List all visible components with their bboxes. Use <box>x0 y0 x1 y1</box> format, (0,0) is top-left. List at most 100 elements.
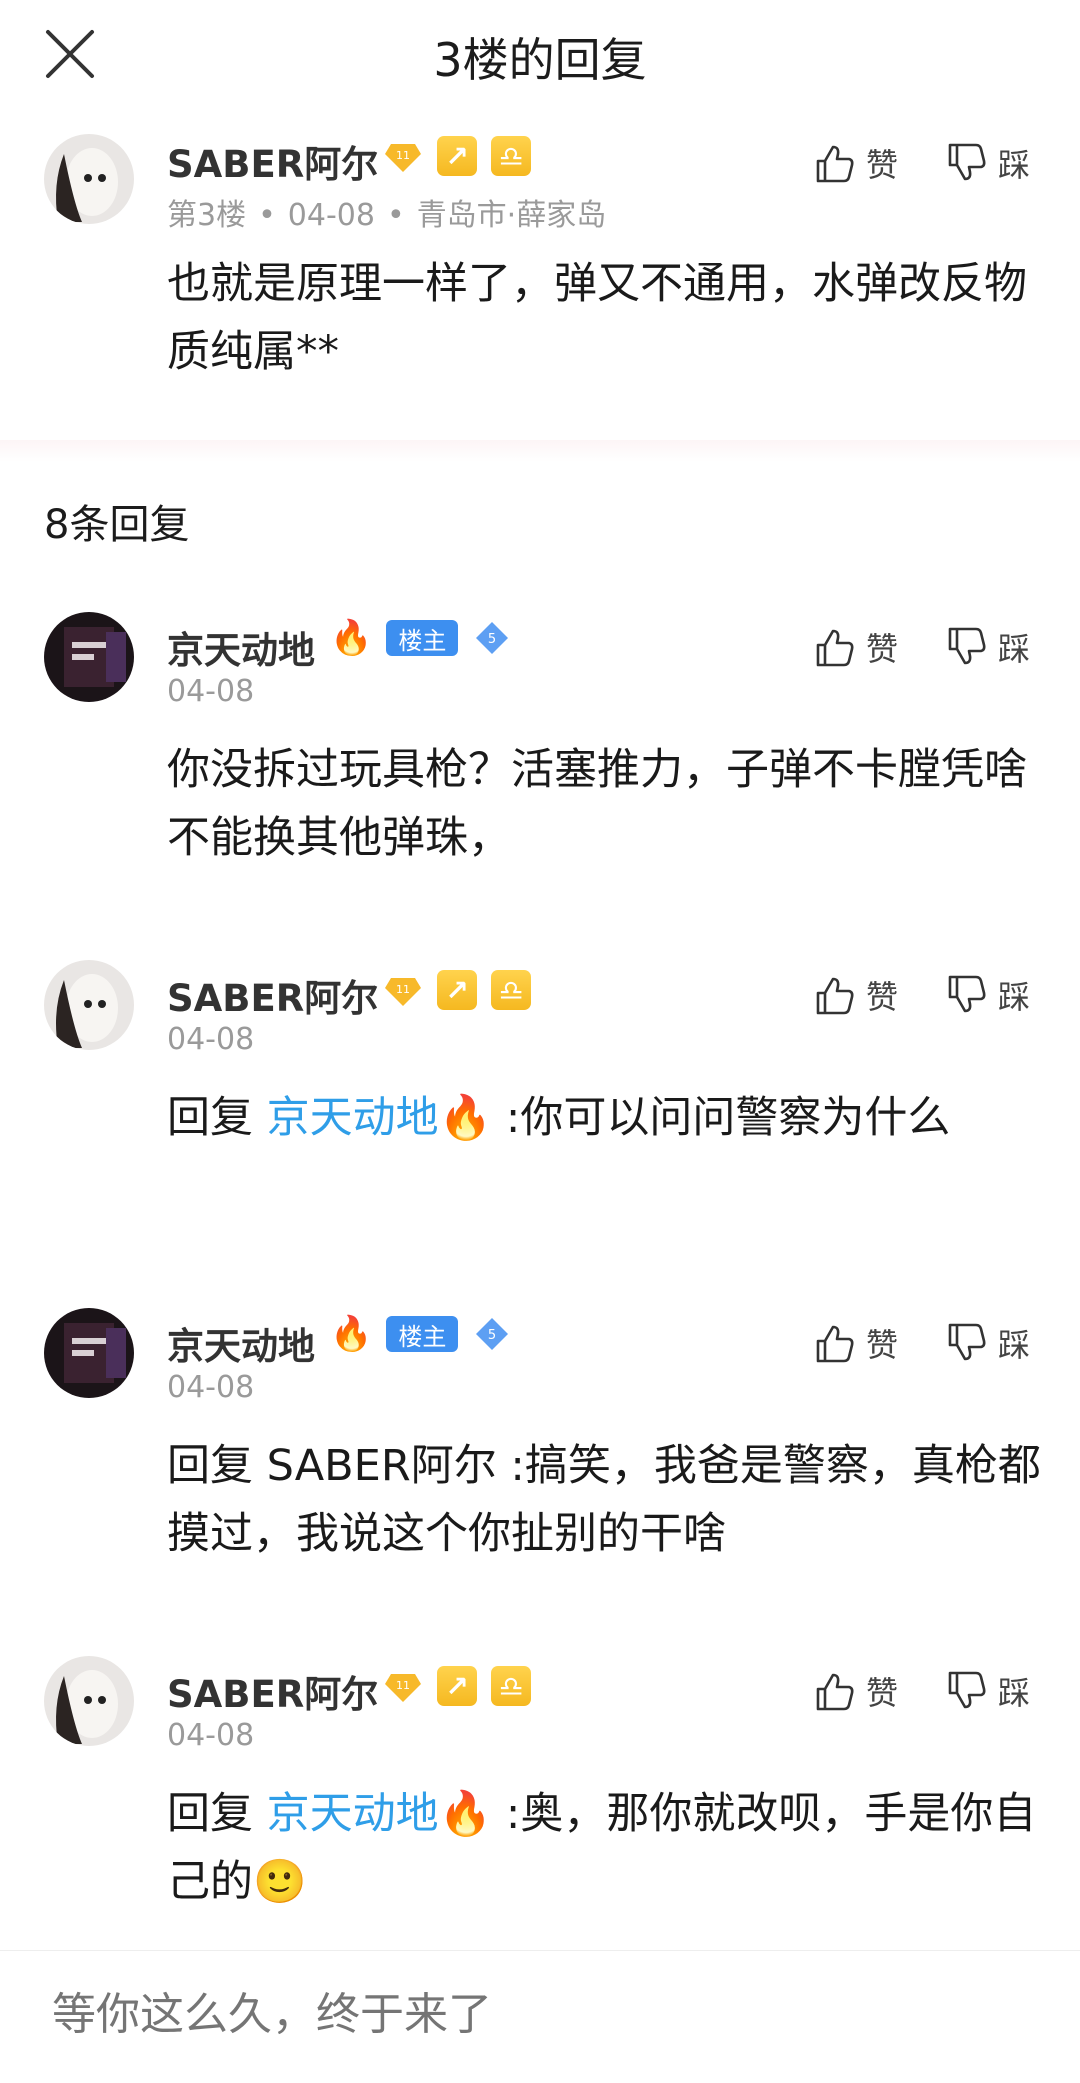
thumbs-down-icon <box>948 975 986 1013</box>
floor-number: 第3楼 <box>167 198 247 233</box>
reply-bar <box>0 1950 1080 2083</box>
reply-count: 8条回复 <box>44 502 190 548</box>
thumbs-down-icon <box>948 1671 986 1709</box>
like-label: 赞 <box>866 146 899 184</box>
user-badges: 11 ↗ ♎ <box>383 136 531 176</box>
like-label: 赞 <box>866 1674 899 1712</box>
avatar[interactable] <box>44 1656 134 1746</box>
user-badges: 🔥 楼主 5 <box>330 618 512 658</box>
reply-input[interactable] <box>52 1989 952 2040</box>
dislike-button[interactable]: 踩 <box>944 1668 1030 1714</box>
like-button[interactable]: 赞 <box>812 1668 898 1714</box>
level-diamond-icon: 5 <box>476 1318 509 1350</box>
owner-badge: 楼主 <box>386 620 459 656</box>
level-diamond-icon: 11 <box>385 144 421 172</box>
reply-date: 04-08 <box>167 674 255 709</box>
reply-date: 04-08 <box>167 1718 255 1753</box>
username-text[interactable]: SABER阿尔 <box>167 1673 378 1716</box>
mention-link[interactable]: 京天动地 <box>267 1789 439 1839</box>
dislike-label: 踩 <box>998 146 1031 184</box>
avatar-image <box>44 612 134 702</box>
username-text[interactable]: SABER阿尔 <box>167 143 378 186</box>
dislike-button[interactable]: 踩 <box>944 972 1030 1018</box>
thumbs-up-icon <box>816 1673 854 1711</box>
post-content: 也就是原理一样了，弹又不通用，水弹改反物质纯属** <box>167 259 1027 377</box>
header-bar: 3楼的回复 <box>0 0 1080 110</box>
fire-icon: 🔥 <box>330 618 373 658</box>
post-date: 04-08 <box>287 198 375 233</box>
like-button[interactable]: 赞 <box>812 972 898 1018</box>
fire-icon: 🔥 <box>438 1093 493 1143</box>
user-badges: 11 ↗ ♎ <box>383 1666 531 1706</box>
reply-date: 04-08 <box>167 1370 255 1405</box>
smile-emoji: 🙂 <box>253 1857 307 1907</box>
dislike-label: 踩 <box>998 1326 1031 1364</box>
avatar-image <box>44 134 134 224</box>
like-label: 赞 <box>866 630 899 668</box>
dislike-label: 踩 <box>998 630 1031 668</box>
post-location: 青岛市·薛家岛 <box>416 198 607 233</box>
avatar-image <box>44 960 134 1050</box>
level-diamond-icon: 11 <box>385 978 421 1006</box>
username[interactable]: SABER阿尔 <box>167 134 378 188</box>
username-text[interactable]: SABER阿尔 <box>167 977 378 1020</box>
archer-sign-icon: ↗ <box>437 136 477 176</box>
reply-prefix: 回复 <box>167 1093 267 1143</box>
user-badges: 11 ↗ ♎ <box>383 970 531 1010</box>
svg-text:11: 11 <box>396 983 410 996</box>
reply-content: 回复 京天动地🔥 :你可以问问警察为什么 <box>167 1084 1047 1152</box>
reply-item: SABER阿尔 11 ↗ ♎ 04-08 赞 踩 回复 京天动地🔥 :你可以问问… <box>0 960 1080 1260</box>
dislike-button[interactable]: 踩 <box>944 140 1030 186</box>
thumbs-down-icon <box>948 143 986 181</box>
section-divider <box>0 440 1080 462</box>
reply-item: 京天动地 🔥 楼主 5 04-08 赞 踩 回复 SABER阿尔 :搞笑，我爸是… <box>0 1308 1080 1608</box>
page-title: 3楼的回复 <box>433 33 647 87</box>
fire-icon: 🔥 <box>330 1314 373 1354</box>
username[interactable]: 京天动地 <box>167 620 315 674</box>
like-label: 赞 <box>866 1326 899 1364</box>
avatar-image <box>44 1656 134 1746</box>
fire-icon: 🔥 <box>438 1789 493 1839</box>
libra-sign-icon: ♎ <box>491 970 531 1010</box>
libra-sign-icon: ♎ <box>491 136 531 176</box>
reply-content: 回复 京天动地🔥 :奥，那你就改呗，手是你自己的🙂 <box>167 1780 1047 1916</box>
username[interactable]: SABER阿尔 <box>167 968 378 1022</box>
dislike-button[interactable]: 踩 <box>944 624 1030 670</box>
reply-content: 你没拆过玩具枪？活塞推力，子弹不卡膛凭啥不能换其他弹珠， <box>167 745 1027 863</box>
reply-date: 04-08 <box>167 1022 255 1057</box>
level-diamond-icon: 11 <box>385 1674 421 1702</box>
post-meta: 第3楼 • 04-08 • 青岛市·薛家岛 <box>167 198 607 233</box>
avatar[interactable] <box>44 612 134 702</box>
thumbs-up-icon <box>816 629 854 667</box>
archer-sign-icon: ↗ <box>437 970 477 1010</box>
user-badges: 🔥 楼主 5 <box>330 1314 512 1354</box>
avatar-image <box>44 1308 134 1398</box>
like-button[interactable]: 赞 <box>812 1320 898 1366</box>
thumbs-down-icon <box>948 627 986 665</box>
mention-link[interactable]: 京天动地 <box>267 1093 439 1143</box>
reply-content: 回复 SABER阿尔 :搞笑，我爸是警察，真枪都摸过，我说这个你扯别的干啥 <box>167 1441 1041 1559</box>
username[interactable]: SABER阿尔 <box>167 1664 378 1718</box>
reply-item: SABER阿尔 11 ↗ ♎ 04-08 赞 踩 回复 京天动地🔥 :奥，那你就… <box>0 1656 1080 1946</box>
level-diamond-icon: 5 <box>476 622 509 654</box>
dislike-button[interactable]: 踩 <box>944 1320 1030 1366</box>
like-button[interactable]: 赞 <box>812 624 898 670</box>
reply-prefix: 回复 <box>167 1789 267 1839</box>
svg-text:5: 5 <box>488 632 496 647</box>
svg-text:5: 5 <box>488 1328 496 1343</box>
thumbs-down-icon <box>948 1323 986 1361</box>
username-text[interactable]: 京天动地 <box>167 629 315 672</box>
reply-text: :你可以问问警察为什么 <box>492 1093 951 1143</box>
like-label: 赞 <box>866 978 899 1016</box>
dislike-label: 踩 <box>998 978 1031 1016</box>
main-post: SABER阿尔 11 ↗ ♎ 第3楼 • 04-08 • 青岛市·薛家岛 赞 踩 也就是… <box>0 110 1080 440</box>
thumbs-up-icon <box>816 145 854 183</box>
avatar[interactable] <box>44 134 134 224</box>
avatar[interactable] <box>44 1308 134 1398</box>
like-button[interactable]: 赞 <box>812 140 898 186</box>
avatar[interactable] <box>44 960 134 1050</box>
username-text[interactable]: 京天动地 <box>167 1325 315 1368</box>
thumbs-up-icon <box>816 1325 854 1363</box>
username[interactable]: 京天动地 <box>167 1316 315 1370</box>
thumbs-up-icon <box>816 977 854 1015</box>
